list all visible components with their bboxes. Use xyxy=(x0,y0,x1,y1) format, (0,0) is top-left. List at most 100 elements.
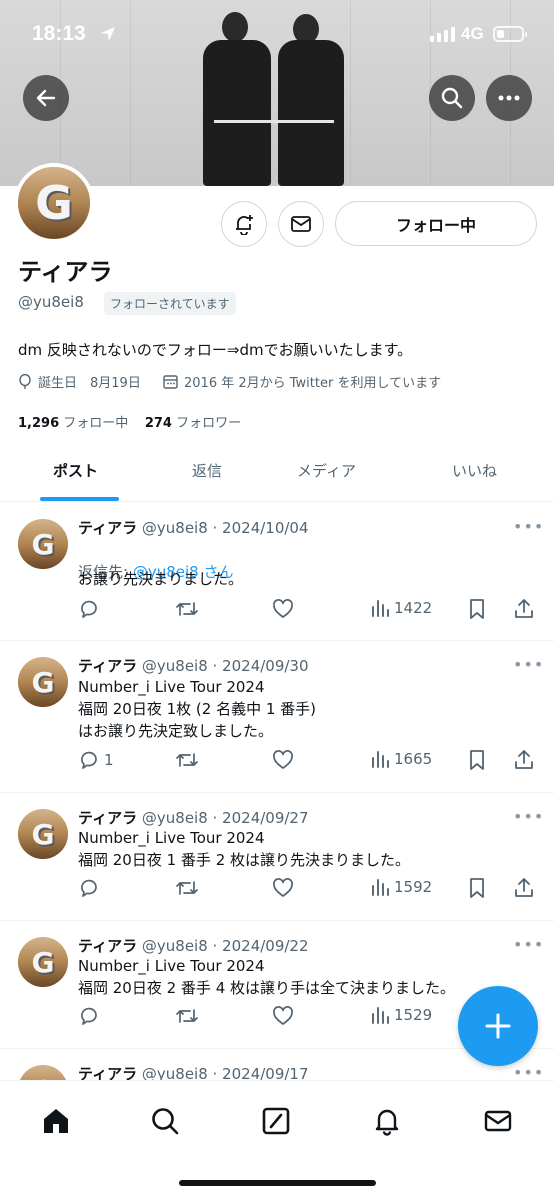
profile-avatar[interactable]: G xyxy=(14,163,94,243)
balloon-icon xyxy=(19,373,31,389)
share-button[interactable] xyxy=(513,877,535,899)
post-meta: @yu8ei8 · 2024/10/04 xyxy=(141,519,309,537)
post-item[interactable]: G ティアラ @yu8ei8 · 2024/09/27 ••• Number_i… xyxy=(0,793,554,921)
like-button[interactable] xyxy=(272,749,294,771)
more-button[interactable] xyxy=(486,75,532,121)
search-button[interactable] xyxy=(429,75,475,121)
compose-button[interactable] xyxy=(458,986,538,1066)
share-button[interactable] xyxy=(513,598,535,620)
heart-icon xyxy=(272,749,294,771)
views-button[interactable]: 1529 xyxy=(370,1005,432,1025)
post-avatar[interactable]: G xyxy=(18,937,68,987)
post-author: ティアラ xyxy=(78,519,138,537)
location-arrow-icon xyxy=(100,26,116,46)
views-icon xyxy=(370,598,390,618)
views-button[interactable]: 1592 xyxy=(370,877,432,897)
tab-media[interactable]: メディア xyxy=(297,460,356,481)
post-author: ティアラ xyxy=(78,937,138,955)
back-button[interactable] xyxy=(23,75,69,121)
bookmark-button[interactable] xyxy=(467,598,487,620)
home-icon xyxy=(44,1109,68,1133)
post-more-icon[interactable]: ••• xyxy=(513,935,544,954)
bookmark-button[interactable] xyxy=(467,749,487,771)
reply-button[interactable] xyxy=(78,598,100,620)
repost-icon xyxy=(175,1005,199,1027)
post-avatar[interactable]: G xyxy=(18,657,68,707)
bookmark-button[interactable] xyxy=(467,877,487,899)
post-meta: @yu8ei8 · 2024/09/22 xyxy=(141,937,309,955)
share-icon xyxy=(513,877,535,899)
post-avatar[interactable]: G xyxy=(18,519,68,569)
signal-icon xyxy=(430,27,455,42)
active-tab-indicator xyxy=(40,497,119,501)
profile-handle: @yu8ei8 xyxy=(18,293,84,311)
post-more-icon[interactable]: ••• xyxy=(513,517,544,536)
reply-button[interactable] xyxy=(78,877,100,899)
post-more-icon[interactable]: ••• xyxy=(513,655,544,674)
following-stat[interactable]: 1,296 フォロー中 xyxy=(18,416,128,431)
message-button[interactable] xyxy=(278,201,324,247)
repost-icon xyxy=(175,877,199,899)
post-item[interactable]: G ティアラ @yu8ei8 · 2024/09/30 ••• Number_i… xyxy=(0,641,554,793)
birthday-meta: 誕生日 8月19日 xyxy=(18,372,141,391)
views-button[interactable]: 1422 xyxy=(370,598,432,618)
reply-icon xyxy=(78,598,100,620)
like-button[interactable] xyxy=(272,1005,294,1027)
followers-label: フォロワー xyxy=(176,416,242,431)
envelope-icon xyxy=(484,1110,512,1132)
nav-home[interactable] xyxy=(36,1101,76,1141)
heart-icon xyxy=(272,1005,294,1027)
post-header: ティアラ @yu8ei8 · 2024/09/22 xyxy=(78,935,309,956)
profile-tabs: ポスト 返信 メディア いいね xyxy=(0,440,554,502)
like-button[interactable] xyxy=(272,877,294,899)
nav-notifications[interactable] xyxy=(367,1101,407,1141)
nav-messages[interactable] xyxy=(478,1101,518,1141)
bookmark-icon xyxy=(467,877,487,899)
nav-search[interactable] xyxy=(145,1101,185,1141)
views-count: 1665 xyxy=(394,750,433,768)
share-button[interactable] xyxy=(513,749,535,771)
status-time: 18:13 xyxy=(32,22,86,45)
followers-stat[interactable]: 274 フォロワー xyxy=(145,416,241,431)
share-icon xyxy=(513,598,535,620)
views-icon xyxy=(370,1005,390,1025)
notify-button[interactable] xyxy=(221,201,267,247)
views-icon xyxy=(370,877,390,897)
repost-icon xyxy=(175,598,199,620)
reply-icon xyxy=(78,1005,100,1027)
post-text: Number_i Live Tour 2024 福岡 20日夜 1枚 (2 名義… xyxy=(78,678,317,740)
bell-icon xyxy=(375,1109,399,1136)
reply-icon xyxy=(78,749,100,771)
search-icon xyxy=(152,1108,179,1135)
plus-icon xyxy=(485,1013,511,1039)
tab-likes[interactable]: いいね xyxy=(452,460,497,481)
follows-you-badge: フォローされています xyxy=(104,292,236,315)
tab-posts[interactable]: ポスト xyxy=(53,460,98,481)
more-icon xyxy=(498,95,520,101)
repost-icon xyxy=(175,749,199,771)
share-icon xyxy=(513,749,535,771)
heart-icon xyxy=(272,598,294,620)
heart-icon xyxy=(272,877,294,899)
post-actions: 1422 xyxy=(0,598,554,628)
repost-button[interactable] xyxy=(175,877,199,899)
profile-bio: dm 反映されないのでフォロー⇒dmでお願いいたします。 xyxy=(18,341,413,359)
repost-button[interactable] xyxy=(175,749,199,771)
bookmark-icon xyxy=(467,598,487,620)
nav-compose[interactable] xyxy=(256,1101,296,1141)
following-button[interactable]: フォロー中 xyxy=(335,201,537,246)
like-button[interactable] xyxy=(272,598,294,620)
joined-meta: 2016 年 2月から Twitter を利用しています xyxy=(163,372,441,391)
post-avatar[interactable]: G xyxy=(18,809,68,859)
reply-button[interactable] xyxy=(78,1005,100,1027)
repost-button[interactable] xyxy=(175,598,199,620)
joined-text: 2016 年 2月から Twitter を利用しています xyxy=(184,376,442,391)
search-icon xyxy=(441,87,463,109)
post-more-icon[interactable]: ••• xyxy=(513,807,544,826)
tab-replies[interactable]: 返信 xyxy=(192,460,222,481)
reply-button[interactable]: 1 xyxy=(78,749,114,771)
repost-button[interactable] xyxy=(175,1005,199,1027)
post-item[interactable]: G ティアラ @yu8ei8 · 2024/10/04 ••• 返信先: @yu… xyxy=(0,503,554,641)
post-author: ティアラ xyxy=(78,809,138,827)
views-button[interactable]: 1665 xyxy=(370,749,432,769)
